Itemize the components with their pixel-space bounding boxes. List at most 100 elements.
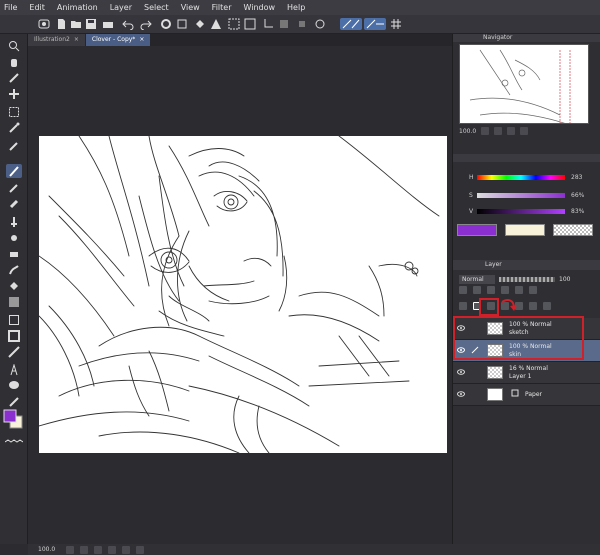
menu-select[interactable]: Select (144, 3, 169, 12)
menu-layer[interactable]: Layer (110, 3, 132, 12)
reference-icon[interactable] (473, 286, 481, 294)
pencil-icon[interactable] (8, 182, 20, 194)
layer-row-paper[interactable]: Paper (453, 384, 600, 406)
zoom-icon[interactable] (8, 40, 20, 52)
transparent-swatch[interactable] (553, 224, 593, 236)
sub-color-swatch[interactable] (505, 224, 545, 236)
navigator-preview[interactable] (459, 44, 589, 124)
gradient-icon[interactable] (8, 296, 20, 308)
zoom-in-icon[interactable] (494, 127, 503, 135)
new-file-icon[interactable] (55, 18, 67, 30)
delete-layer-icon[interactable] (543, 302, 551, 310)
gear-icon[interactable] (160, 18, 172, 30)
draft-icon[interactable] (487, 286, 495, 294)
paper-icon (511, 389, 519, 397)
rotate-icon[interactable] (314, 18, 326, 30)
invert-selection-icon[interactable] (244, 18, 256, 30)
tab-illustration2[interactable]: Illustration2 × (28, 34, 85, 46)
fit-icon[interactable] (520, 127, 529, 135)
expand-icon[interactable] (278, 18, 290, 30)
main-color-swatch[interactable] (457, 224, 497, 236)
lock-icon[interactable] (501, 286, 509, 294)
pen-tool-active[interactable] (6, 164, 22, 178)
rotate-left-icon[interactable] (108, 545, 116, 554)
blend-mode-select[interactable]: Normal (459, 274, 495, 284)
eyedropper-icon[interactable] (8, 140, 20, 152)
menu-window[interactable]: Window (243, 3, 275, 12)
flip-icon[interactable] (136, 545, 144, 554)
export-icon[interactable] (102, 18, 114, 30)
saturation-slider[interactable] (477, 192, 565, 198)
frame-border-icon[interactable] (8, 330, 20, 342)
rotate-view-icon[interactable] (8, 72, 20, 84)
zoom-out-icon[interactable] (507, 127, 516, 135)
transform-icon[interactable] (210, 18, 222, 30)
snap-special-ruler-icon[interactable] (364, 18, 386, 30)
deselect-icon[interactable] (228, 18, 240, 30)
value-slider[interactable] (477, 208, 565, 214)
blend-icon[interactable] (8, 264, 20, 276)
hand-icon[interactable] (8, 56, 20, 68)
opacity-slider[interactable] (499, 276, 555, 282)
auto-select-icon[interactable] (8, 122, 20, 134)
crop-icon[interactable] (262, 18, 274, 30)
ruler-icon[interactable] (8, 346, 20, 358)
clear-icon[interactable] (176, 18, 188, 30)
menu-filter[interactable]: Filter (212, 3, 232, 12)
new-raster-layer-icon[interactable] (459, 302, 467, 310)
eraser-icon[interactable] (8, 248, 20, 260)
color-swatch-icon[interactable] (2, 408, 26, 432)
eye-icon[interactable] (457, 391, 465, 397)
close-icon[interactable]: × (139, 34, 144, 46)
figure-icon[interactable] (8, 314, 20, 326)
layer-name: Layer 1 (509, 373, 532, 380)
save-icon[interactable] (85, 18, 97, 30)
snap-ruler-icon[interactable] (340, 18, 362, 30)
fill-icon[interactable] (194, 18, 206, 30)
zoom-out-icon[interactable] (66, 545, 74, 554)
balloon-icon[interactable] (8, 380, 20, 392)
zoom-slider-icon[interactable] (481, 127, 490, 135)
mask-enable-icon[interactable] (529, 286, 537, 294)
open-folder-icon[interactable] (70, 18, 82, 30)
sketch-artwork (39, 136, 440, 453)
layer-property-bar (459, 286, 599, 296)
brush-icon[interactable] (8, 198, 20, 210)
close-icon[interactable]: × (74, 34, 79, 46)
move-icon[interactable] (8, 88, 20, 100)
navigator-header: Navigator (453, 34, 600, 42)
airbrush-icon[interactable] (8, 216, 20, 228)
eye-icon[interactable] (457, 369, 465, 375)
navigator-title: Navigator (483, 34, 513, 41)
layer-mask-icon[interactable] (529, 302, 537, 310)
lock-transparent-icon[interactable] (515, 286, 523, 294)
menu-help[interactable]: Help (287, 3, 305, 12)
zoom-in-icon[interactable] (80, 545, 88, 554)
tab-clover-copy[interactable]: Clover - Copy* × (85, 34, 151, 46)
document-tabs: Illustration2 × Clover - Copy* × (28, 34, 452, 46)
clip-studio-icon[interactable] (38, 18, 50, 30)
shrink-icon[interactable] (296, 18, 308, 30)
correct-line-icon[interactable] (8, 396, 20, 408)
menu-animation[interactable]: Animation (57, 3, 98, 12)
text-icon[interactable] (8, 364, 20, 376)
menu-view[interactable]: View (181, 3, 200, 12)
decoration-icon[interactable] (8, 232, 20, 244)
selection-icon[interactable] (8, 106, 20, 118)
drawing-canvas[interactable] (39, 136, 447, 453)
redo-icon[interactable] (140, 18, 152, 30)
fit-icon[interactable] (94, 545, 102, 554)
status-bar: 100.0 (28, 544, 600, 555)
layer-row-layer1[interactable]: 16 % Normal Layer 1 (453, 362, 600, 384)
undo-icon[interactable] (122, 18, 134, 30)
layer-thumbnail (487, 366, 503, 379)
pen-icon (9, 166, 19, 177)
menu-edit[interactable]: Edit (29, 3, 45, 12)
grid-icon[interactable] (390, 18, 402, 30)
rotate-right-icon[interactable] (122, 545, 130, 554)
fill-bucket-icon[interactable] (8, 280, 20, 292)
menu-file[interactable]: File (4, 3, 17, 12)
hue-slider[interactable] (477, 174, 565, 180)
clip-icon[interactable] (459, 286, 467, 294)
transparent-color-icon[interactable] (5, 436, 23, 448)
